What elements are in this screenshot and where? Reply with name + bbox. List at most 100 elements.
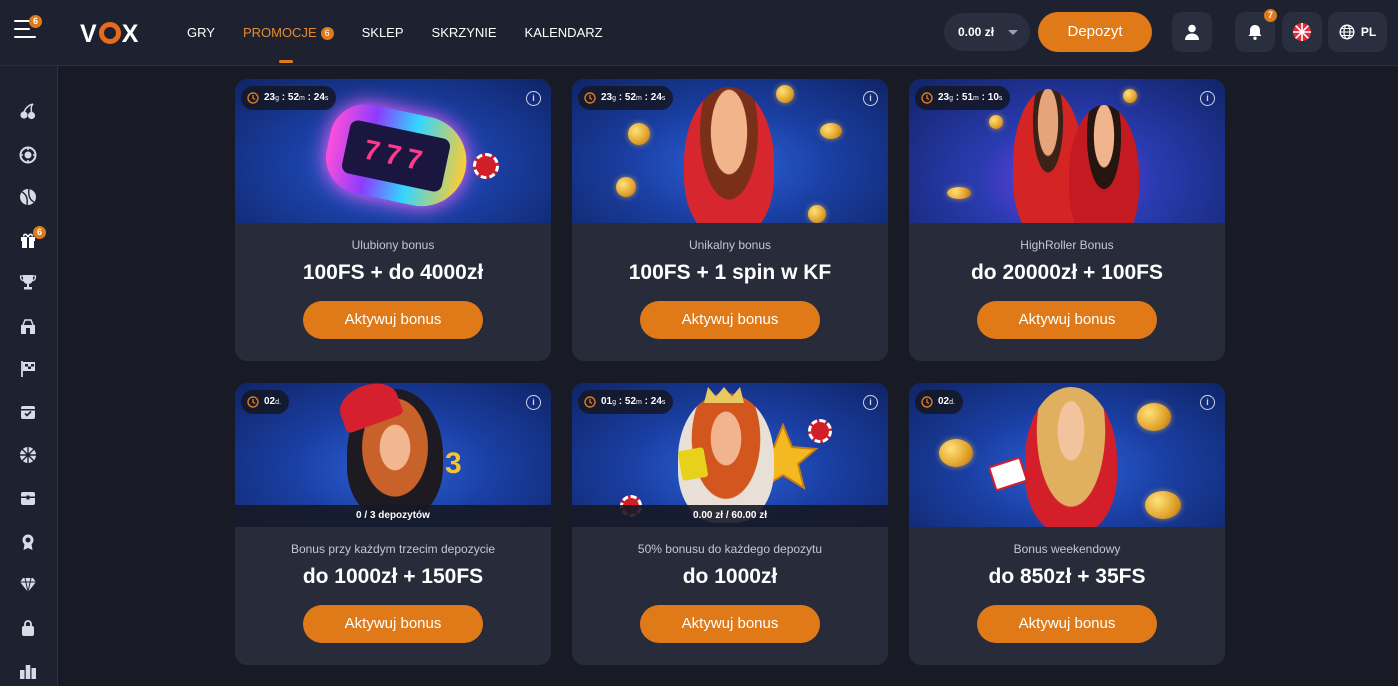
lock-bag-icon — [22, 620, 34, 636]
promo-title: do 1000zł — [682, 565, 778, 588]
woman-figure-art — [1069, 105, 1139, 223]
main-nav: GRY PROMOCJE 6 SKLEP SKRZYNIE KALENDARZ — [187, 25, 631, 63]
promo-card: 23g : 52m : 24s i Unikalny bonus 100FS +… — [572, 79, 888, 361]
info-icon[interactable]: i — [526, 91, 541, 106]
balance-dropdown[interactable]: 0.00 zł — [944, 13, 1030, 51]
leaderboard-icon — [20, 665, 36, 679]
sidebar-item-shop[interactable] — [17, 316, 39, 338]
nav-label: GRY — [187, 25, 215, 40]
countdown-timer: 23g : 52m : 24s — [241, 86, 337, 110]
card-art — [677, 446, 709, 482]
sidebar-promotions-badge: 6 — [33, 226, 46, 239]
chevron-down-icon — [1008, 30, 1018, 35]
sidebar-item-cases[interactable] — [17, 487, 39, 509]
activate-bonus-button[interactable]: Aktywuj bonus — [303, 605, 483, 643]
promo-subtitle: Unikalny bonus — [688, 238, 772, 252]
coin-art — [616, 177, 636, 197]
clock-icon — [247, 396, 259, 408]
info-icon[interactable]: i — [526, 395, 541, 410]
activate-bonus-button[interactable]: Aktywuj bonus — [640, 301, 820, 339]
info-icon[interactable]: i — [863, 91, 878, 106]
wheel-icon — [20, 447, 36, 463]
nav-promocje[interactable]: PROMOCJE 6 — [242, 25, 334, 63]
nav-kalendarz[interactable]: KALENDARZ — [525, 25, 603, 40]
nav-sklep[interactable]: SKLEP — [362, 25, 404, 40]
wheel-bonus-button[interactable] — [1282, 12, 1322, 52]
sidebar-item-live-casino[interactable] — [17, 144, 39, 166]
cherries-icon — [20, 103, 36, 120]
shop-icon — [21, 319, 35, 334]
casino-chip-art — [473, 153, 499, 179]
nav-label: KALENDARZ — [524, 25, 603, 40]
countdown-timer: 23g : 52m : 24s — [578, 86, 674, 110]
balance-value: 0.00 zł — [958, 25, 995, 39]
activate-bonus-button[interactable]: Aktywuj bonus — [977, 605, 1157, 643]
promo-subtitle: 50% bonusu do każdego depozytu — [637, 542, 823, 556]
profile-button[interactable] — [1172, 12, 1212, 52]
crown-art — [704, 387, 744, 403]
promo-card: 02d. i Bonus weekendowy do 850zł + 35FS … — [909, 383, 1225, 665]
menu-badge: 6 — [29, 15, 42, 28]
sidebar-item-wheel[interactable] — [17, 444, 39, 466]
deposit-progress: 0 / 3 depozytów — [235, 505, 551, 527]
sidebar-item-sports[interactable] — [17, 186, 39, 208]
promo-title: do 850zł + 35FS — [988, 565, 1146, 588]
woman-figure-art — [684, 87, 774, 223]
promo-card: 3 02d. i 0 / 3 depozytów Bonus przy każd… — [235, 383, 551, 665]
casino-chip-art — [808, 419, 832, 443]
coin-art — [808, 205, 826, 223]
sidebar-item-vip[interactable] — [17, 531, 39, 553]
logo-letter-v: V — [80, 20, 98, 48]
countdown-timer: 02d. — [241, 390, 289, 414]
nav-badge: 6 — [320, 27, 334, 40]
coin-art — [989, 115, 1003, 129]
calendar-icon — [21, 406, 35, 419]
number-three-art: 3 — [445, 447, 462, 480]
clock-icon — [247, 92, 259, 104]
top-bar: 6 VX GRY PROMOCJE 6 SKLEP SKRZYNIE KALEND… — [0, 0, 1398, 66]
nav-label: SKLEP — [361, 25, 404, 40]
trophy-icon — [19, 275, 37, 290]
info-icon[interactable]: i — [863, 395, 878, 410]
nav-skrzynie[interactable]: SKRZYNIE — [432, 25, 497, 40]
language-label: PL — [1360, 25, 1377, 39]
deposit-button[interactable]: Depozyt — [1038, 12, 1152, 52]
clock-icon — [921, 396, 933, 408]
coin-art — [628, 123, 650, 145]
promo-subtitle: Bonus przy każdym trzecim depozycie — [290, 542, 496, 556]
sidebar-item-tournaments[interactable] — [17, 271, 39, 293]
logo-o-icon — [98, 22, 121, 44]
chest-icon — [21, 492, 35, 505]
promo-card: 23g : 51m : 10s i HighRoller Bonus do 20… — [909, 79, 1225, 361]
activate-bonus-button[interactable]: Aktywuj bonus — [977, 301, 1157, 339]
nav-gry[interactable]: GRY — [187, 25, 215, 40]
sidebar-item-vault[interactable] — [17, 617, 39, 639]
globe-icon — [1339, 24, 1355, 40]
sidebar-item-slots[interactable] — [17, 100, 39, 122]
award-icon — [22, 534, 34, 550]
race-flag-icon — [21, 361, 35, 377]
clock-icon — [584, 92, 596, 104]
logo[interactable]: VX — [80, 20, 139, 49]
promo-card: 777 23g : 52m : 24s i Ulubiony bonus 100… — [235, 79, 551, 361]
activate-bonus-button[interactable]: Aktywuj bonus — [640, 605, 820, 643]
sidebar-item-leaderboard[interactable] — [17, 660, 39, 682]
language-selector[interactable]: PL — [1328, 12, 1387, 52]
info-icon[interactable]: i — [1200, 91, 1215, 106]
countdown-timer: 01g : 52m : 24s — [578, 390, 674, 414]
promo-title: do 1000zł + 150FS — [302, 565, 484, 588]
info-icon[interactable]: i — [1200, 395, 1215, 410]
promo-subtitle: Ulubiony bonus — [351, 238, 435, 252]
sidebar-item-races[interactable] — [17, 358, 39, 380]
coin-art — [1145, 491, 1181, 519]
sidebar-item-calendar[interactable] — [17, 401, 39, 423]
activate-bonus-button[interactable]: Aktywuj bonus — [303, 301, 483, 339]
nav-label: PROMOCJE — [242, 25, 317, 40]
nav-label: SKRZYNIE — [431, 25, 497, 40]
coin-art — [939, 439, 973, 467]
coin-art — [1137, 403, 1171, 431]
sidebar-item-loyalty[interactable] — [17, 574, 39, 596]
user-icon — [1185, 24, 1199, 40]
fortune-wheel-icon — [1293, 23, 1311, 41]
clock-icon — [584, 396, 596, 408]
